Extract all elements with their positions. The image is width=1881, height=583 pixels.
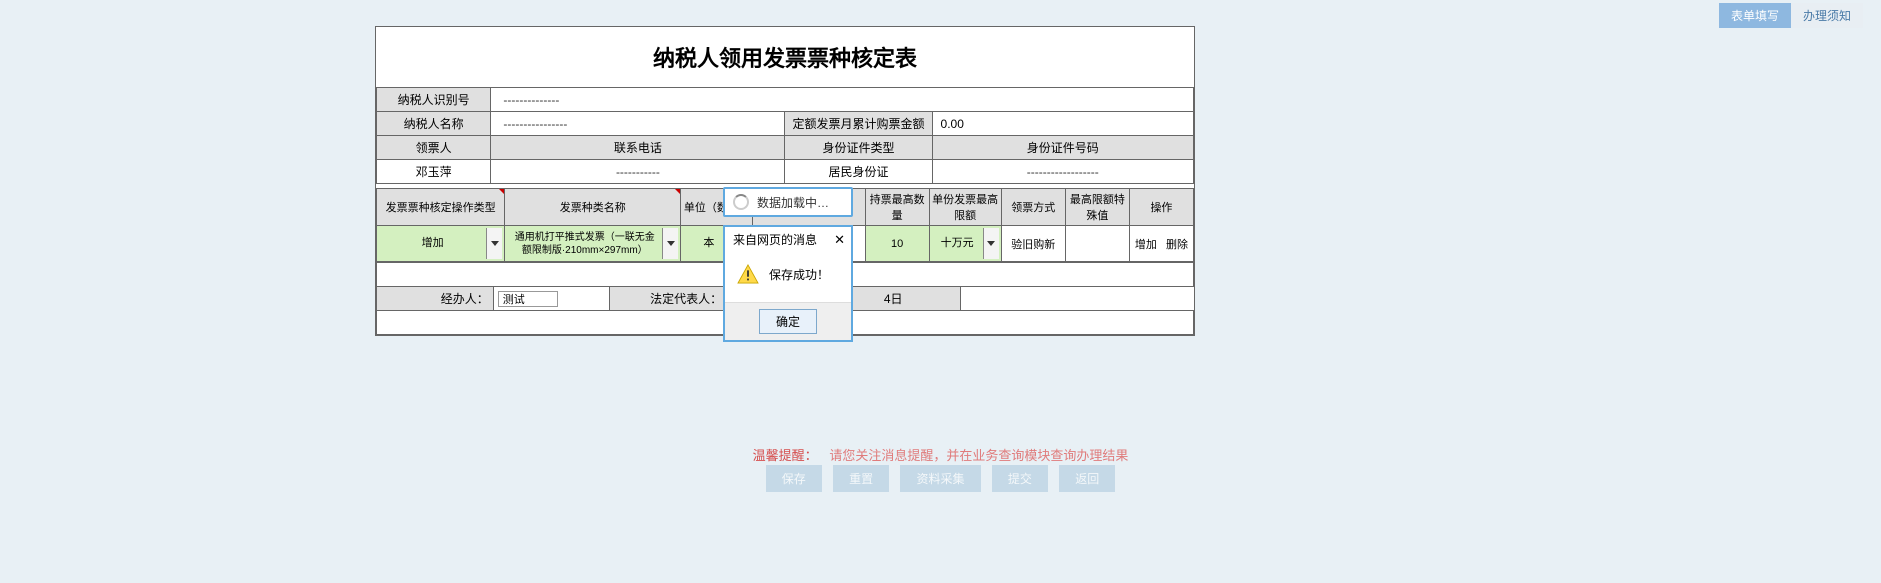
cell-special[interactable] bbox=[1065, 226, 1129, 262]
th-action: 操作 bbox=[1129, 189, 1193, 226]
ok-button[interactable]: 确定 bbox=[759, 309, 817, 334]
back-button[interactable]: 返回 bbox=[1059, 465, 1115, 492]
bottom-buttons: 保存 重置 资料采集 提交 返回 bbox=[0, 465, 1881, 492]
th-receive-mode: 领票方式 bbox=[1001, 189, 1065, 226]
receiver-value: 邓玉萍 bbox=[377, 160, 491, 184]
tab-notice[interactable]: 办理须知 bbox=[1791, 3, 1863, 28]
dialog-title: 来自网页的消息 bbox=[733, 231, 817, 248]
phone-label: 联系电话 bbox=[491, 136, 785, 160]
th-op-type: 发票票种核定操作类型 bbox=[377, 189, 505, 226]
collect-button[interactable]: 资料采集 bbox=[900, 465, 980, 492]
quota-label: 定额发票月累计购票金额 bbox=[785, 112, 932, 136]
th-max-amt: 单份发票最高限额 bbox=[929, 189, 1001, 226]
reset-button[interactable]: 重置 bbox=[833, 465, 889, 492]
dialog-body: 保存成功！ bbox=[725, 250, 851, 302]
loading-text: 数据加载中… bbox=[757, 194, 829, 211]
date-suffix: 4日 bbox=[843, 287, 960, 311]
legal-label: 法定代表人： bbox=[610, 287, 727, 311]
cell-receive-mode: 验旧购新 bbox=[1001, 226, 1065, 262]
cell-max-amt[interactable]: 十万元 bbox=[929, 226, 1001, 262]
op-type-value: 增加 bbox=[379, 236, 486, 250]
cell-action: 增加 删除 bbox=[1129, 226, 1193, 262]
reminder-text: 请您关注消息提醒，并在业务查询模块查询办理结果 bbox=[829, 448, 1128, 463]
th-special: 最高限额特殊值 bbox=[1065, 189, 1129, 226]
handler-label: 经办人： bbox=[377, 287, 494, 311]
reminder-label: 温馨提醒： bbox=[753, 448, 818, 463]
cell-invoice-type[interactable]: 通用机打平推式发票（一联无金额限制版·210mm×297mm） bbox=[505, 226, 681, 262]
cell-op-type[interactable]: 增加 bbox=[377, 226, 505, 262]
save-button[interactable]: 保存 bbox=[766, 465, 822, 492]
id-number-label: 身份证件号码 bbox=[932, 136, 1193, 160]
th-max-qty: 持票最高数量 bbox=[865, 189, 929, 226]
spinner-icon bbox=[733, 194, 749, 210]
id-type-label: 身份证件类型 bbox=[785, 136, 932, 160]
message-dialog: 来自网页的消息 ✕ 保存成功！ 确定 bbox=[723, 225, 853, 342]
taxpayer-name-value: ---------------- bbox=[491, 112, 785, 136]
quota-value: 0.00 bbox=[932, 112, 1193, 136]
dialog-footer: 确定 bbox=[725, 302, 851, 340]
tab-form-fill[interactable]: 表单填写 bbox=[1719, 3, 1791, 28]
form-title: 纳税人领用发票票种核定表 bbox=[376, 27, 1194, 87]
row-add-button[interactable]: 增加 bbox=[1132, 235, 1160, 253]
id-number-value[interactable]: ------------------ bbox=[932, 160, 1193, 184]
loading-popup: 数据加载中… bbox=[723, 187, 853, 217]
th-invoice-type: 发票种类名称 bbox=[505, 189, 681, 226]
top-tabs: 表单填写 办理须知 bbox=[1719, 3, 1863, 28]
max-amt-value: 十万元 bbox=[932, 236, 983, 250]
taxpayer-id-label: 纳税人识别号 bbox=[377, 88, 491, 112]
invoice-type-value: 通用机打平推式发票（一联无金额限制版·210mm×297mm） bbox=[507, 231, 662, 257]
submit-button[interactable]: 提交 bbox=[992, 465, 1048, 492]
id-type-value: 居民身份证 bbox=[785, 160, 932, 184]
cell-max-qty[interactable]: 10 bbox=[865, 226, 929, 262]
close-icon[interactable]: ✕ bbox=[834, 232, 845, 248]
warning-icon bbox=[737, 264, 759, 284]
dialog-message: 保存成功！ bbox=[769, 266, 829, 283]
form-header-table: 纳税人识别号 -------------- 纳税人名称 ------------… bbox=[376, 87, 1194, 184]
taxpayer-id-value: -------------- bbox=[491, 88, 1194, 112]
handler-input[interactable]: 测试 bbox=[493, 287, 610, 311]
dropdown-icon[interactable] bbox=[486, 228, 502, 259]
taxpayer-name-label: 纳税人名称 bbox=[377, 112, 491, 136]
dialog-header: 来自网页的消息 ✕ bbox=[725, 227, 851, 250]
bottom-reminder: 温馨提醒： 请您关注消息提醒，并在业务查询模块查询办理结果 bbox=[0, 445, 1881, 464]
dropdown-icon[interactable] bbox=[983, 228, 999, 259]
phone-value[interactable]: ----------- bbox=[491, 160, 785, 184]
row-delete-button[interactable]: 删除 bbox=[1163, 235, 1191, 253]
receiver-label: 领票人 bbox=[377, 136, 491, 160]
dropdown-icon[interactable] bbox=[662, 228, 678, 259]
